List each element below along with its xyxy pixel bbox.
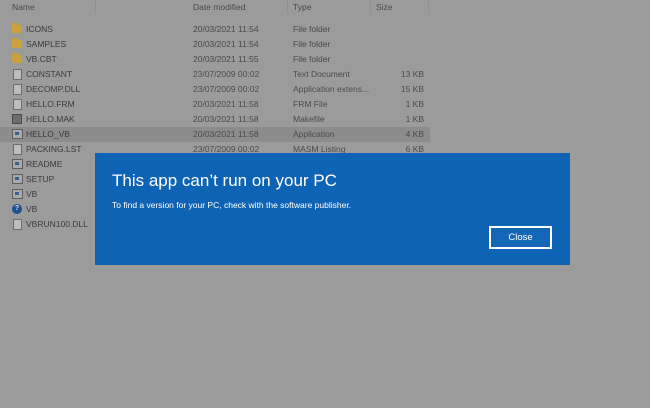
column-divider[interactable]: [95, 0, 96, 14]
makefile-icon: [12, 114, 22, 124]
folder-icon: [12, 23, 22, 33]
file-name: PACKING.LST: [26, 144, 82, 154]
file-name: VB: [26, 189, 38, 199]
file-row[interactable]: HELLO.MAK 20/03/2021 11:58 Makefile 1 KB: [0, 112, 430, 127]
file-size: 1 KB: [405, 99, 424, 109]
application-icon: [12, 189, 23, 199]
column-divider[interactable]: [370, 0, 371, 14]
file-size: 13 KB: [400, 69, 424, 79]
file-name: DECOMP.DLL: [26, 84, 81, 94]
column-header-row: Name Date modified Type Size: [0, 0, 430, 14]
column-header-name[interactable]: Name: [12, 2, 35, 12]
dll-file-icon: [13, 84, 22, 95]
file-name: README: [26, 159, 63, 169]
file-name: SETUP: [26, 174, 55, 184]
file-date-modified: 20/03/2021 11:54: [193, 24, 259, 34]
column-divider[interactable]: [287, 0, 288, 14]
file-name: HELLO.FRM: [26, 99, 75, 109]
file-row[interactable]: ICONS 20/03/2021 11:54 File folder: [0, 22, 430, 37]
file-date-modified: 23/07/2009 00:02: [193, 69, 260, 79]
file-date-modified: 20/03/2021 11:58: [193, 114, 259, 124]
column-header-date[interactable]: Date modified: [193, 2, 245, 12]
file-name: ICONS: [26, 24, 53, 34]
file-type: Application extens...: [293, 84, 370, 94]
app-incompatible-dialog: This app can’t run on your PC To find a …: [95, 153, 570, 265]
application-icon: [12, 129, 23, 139]
file-row[interactable]: HELLO.FRM 20/03/2021 11:58 FRM File 1 KB: [0, 97, 430, 112]
file-type: Application: [293, 129, 335, 139]
file-name: HELLO.MAK: [26, 114, 75, 124]
application-icon: [12, 159, 23, 169]
file-size: 4 KB: [405, 129, 424, 139]
file-name: VB.CBT: [26, 54, 57, 64]
file-type: FRM File: [293, 99, 328, 109]
file-date-modified: 20/03/2021 11:58: [193, 129, 259, 139]
dll-file-icon: [13, 219, 22, 230]
file-row[interactable]: HELLO_VB 20/03/2021 11:58 Application 4 KB: [0, 127, 430, 142]
folder-icon: [12, 38, 22, 48]
file-name: CONSTANT: [26, 69, 73, 79]
file-name: VBRUN100.DLL: [26, 219, 88, 229]
file-date-modified: 20/03/2021 11:58: [193, 99, 259, 109]
application-icon: [12, 174, 23, 184]
file-date-modified: 20/03/2021 11:54: [193, 39, 259, 49]
dialog-title: This app can’t run on your PC: [112, 171, 337, 190]
column-header-type[interactable]: Type: [293, 2, 311, 12]
file-date-modified: 20/03/2021 11:55: [193, 54, 259, 64]
file-row[interactable]: DECOMP.DLL 23/07/2009 00:02 Application ex…: [0, 82, 430, 97]
file-icon: [13, 99, 22, 110]
help-file-icon: ?: [12, 204, 22, 214]
file-icon: [13, 144, 22, 155]
file-row[interactable]: CONSTANT 23/07/2009 00:02 Text Document 13 …: [0, 67, 430, 82]
file-size: 1 KB: [405, 114, 424, 124]
folder-icon: [12, 53, 22, 63]
file-row[interactable]: VB.CBT 20/03/2021 11:55 File folder: [0, 52, 430, 67]
column-divider[interactable]: [428, 0, 429, 14]
column-header-size[interactable]: Size: [376, 2, 393, 12]
file-type: Makefile: [293, 114, 325, 124]
file-type: File folder: [293, 39, 331, 49]
file-name: HELLO_VB: [26, 129, 70, 139]
file-type: File folder: [293, 54, 331, 64]
file-name: SAMPLES: [26, 39, 67, 49]
dialog-message: To find a version for your PC, check wit…: [112, 200, 352, 210]
close-button[interactable]: Close: [488, 225, 553, 250]
file-row[interactable]: SAMPLES 20/03/2021 11:54 File folder: [0, 37, 430, 52]
file-name: VB: [26, 204, 38, 214]
file-date-modified: 23/07/2009 00:02: [193, 84, 260, 94]
file-size: 15 KB: [400, 84, 424, 94]
file-type: Text Document: [293, 69, 350, 79]
file-type: File folder: [293, 24, 331, 34]
text-document-icon: [13, 69, 22, 80]
